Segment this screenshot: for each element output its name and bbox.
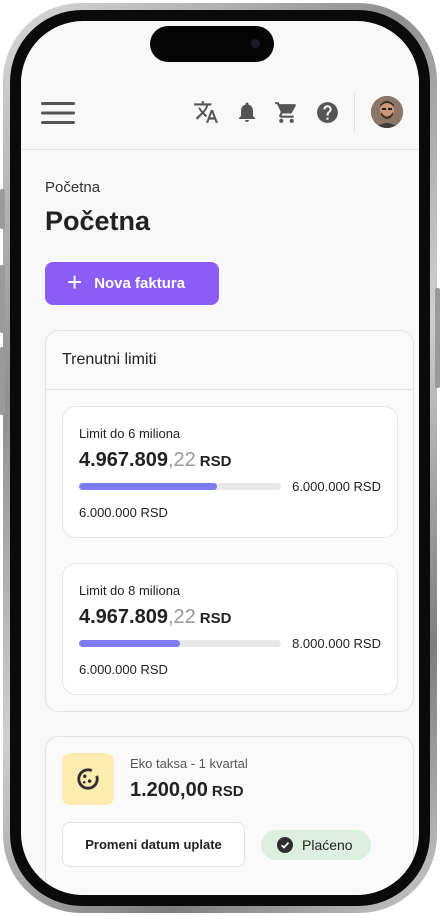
plus-icon: +: [67, 267, 83, 297]
limit-amount: 4.967.809,22 RSD: [79, 606, 232, 628]
limit-item: Limit do 6 miliona 4.967.809,22 RSD 6.000…: [62, 406, 398, 538]
power-button: [435, 288, 440, 388]
status-badge: Plaćeno: [261, 830, 371, 860]
avatar[interactable]: [371, 96, 403, 128]
side-button: [0, 189, 5, 229]
camera: [251, 39, 260, 48]
status-label: Plaćeno: [302, 837, 353, 853]
limits-card-title: Trenutni limiti: [46, 331, 413, 390]
cart-icon[interactable]: [271, 97, 301, 127]
limit-amount: 4.967.809,22 RSD: [79, 449, 232, 471]
limit-max: 6.000.000 RSD: [292, 479, 381, 494]
dynamic-island: [150, 26, 274, 62]
limit-label: Limit do 6 miliona: [79, 426, 181, 441]
volume-up-button: [0, 265, 5, 333]
menu-icon[interactable]: [39, 95, 77, 131]
tax-name: Eko taksa - 1 kvartal: [130, 756, 248, 771]
app-bar: [21, 77, 419, 150]
page-title: Početna: [45, 206, 151, 236]
limit-progress-fill: [79, 640, 180, 647]
tax-amount: 1.200,00 RSD: [130, 779, 244, 801]
volume-down-button: [0, 347, 5, 415]
limit-max: 8.000.000 RSD: [292, 636, 381, 651]
cookie-icon: [62, 753, 114, 805]
help-icon[interactable]: [312, 97, 342, 127]
phone-frame: Početna Početna + Nova faktura Trenutni …: [0, 3, 440, 913]
limit-item: Limit do 8 miliona 4.967.809,22 RSD 8.000…: [62, 563, 398, 695]
limit-progress-bar: [79, 483, 281, 490]
limits-card: Trenutni limiti Limit do 6 miliona 4.967…: [45, 330, 414, 712]
divider: [354, 93, 355, 133]
tax-card: Eko taksa - 1 kvartal 1.200,00 RSD Promen…: [45, 736, 414, 895]
limit-remaining: 6.000.000 RSD: [79, 505, 168, 520]
bell-icon[interactable]: [232, 97, 262, 127]
limit-progress-bar: [79, 640, 281, 647]
change-payment-date-button[interactable]: Promeni datum uplate: [62, 822, 245, 867]
breadcrumb: Početna: [45, 179, 101, 196]
new-invoice-button[interactable]: + Nova faktura: [45, 262, 219, 305]
check-circle-icon: [277, 837, 293, 853]
limit-remaining: 6.000.000 RSD: [79, 662, 168, 677]
translate-icon[interactable]: [191, 97, 221, 127]
screen: Početna Početna + Nova faktura Trenutni …: [21, 21, 419, 895]
limit-label: Limit do 8 miliona: [79, 583, 181, 598]
new-invoice-label: Nova faktura: [94, 275, 186, 292]
limit-progress-fill: [79, 483, 218, 490]
bezel: Početna Početna + Nova faktura Trenutni …: [10, 10, 430, 906]
